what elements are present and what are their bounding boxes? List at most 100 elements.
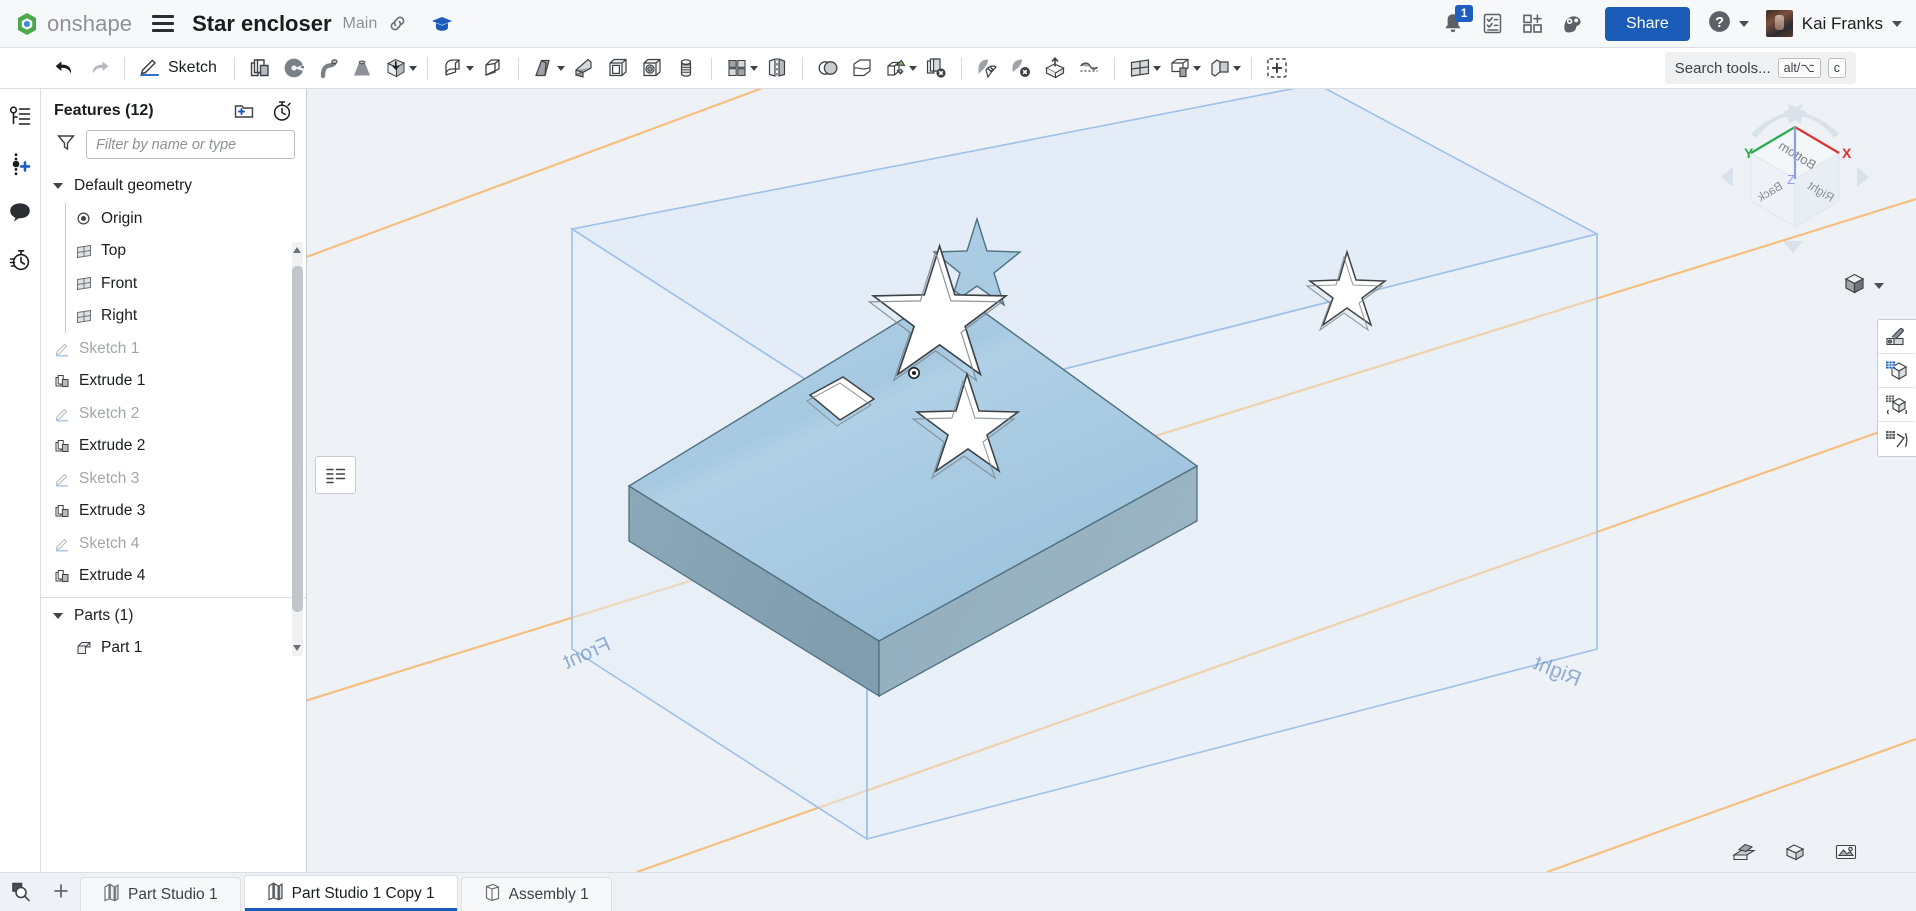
chevron-down-icon[interactable] (53, 612, 63, 619)
measure-icon[interactable] (1878, 422, 1915, 456)
tab-part-studio-1[interactable]: Part Studio 1 (80, 877, 241, 911)
scrollbar-thumb[interactable] (292, 266, 303, 612)
mirror-button[interactable] (760, 51, 794, 85)
feature-list-icon[interactable] (6, 103, 34, 129)
scroll-down-icon[interactable] (293, 645, 301, 651)
derived-button[interactable] (1163, 51, 1197, 85)
fillet-button[interactable] (436, 51, 470, 85)
undo-button[interactable] (48, 51, 82, 85)
notifications-bell-icon[interactable]: 1 (1442, 5, 1474, 35)
settings-gear-icon[interactable] (1561, 13, 1585, 35)
funnel-icon[interactable] (56, 132, 76, 157)
tree-item-sketch-2[interactable]: Sketch 2 (41, 398, 306, 431)
chevron-down-icon[interactable] (908, 65, 917, 71)
tree-item-sketch-1[interactable]: Sketch 1 (41, 333, 306, 366)
tree-item-sketch-4[interactable]: Sketch 4 (41, 528, 306, 561)
chevron-down-icon[interactable] (1738, 20, 1749, 27)
tasks-list-icon[interactable] (1481, 12, 1504, 35)
tree-group-parts[interactable]: Parts (1) (41, 600, 306, 633)
chevron-down-icon[interactable] (1232, 65, 1241, 71)
link-icon[interactable] (388, 14, 407, 33)
chevron-down-icon[interactable] (465, 65, 474, 71)
chevron-down-icon[interactable] (1152, 65, 1161, 71)
scroll-up-icon[interactable] (293, 247, 301, 253)
chevron-down-icon[interactable] (749, 65, 758, 71)
sketch-button[interactable]: Sketch (133, 50, 226, 86)
redo-button[interactable] (82, 51, 116, 85)
tab-search-icon[interactable] (0, 872, 42, 911)
chevron-down-icon[interactable] (1192, 65, 1201, 71)
fill-surface-button[interactable] (970, 51, 1004, 85)
tree-item-front-plane[interactable]: Front (41, 268, 306, 301)
linear-pattern-button[interactable] (720, 51, 754, 85)
comments-icon[interactable] (6, 199, 34, 225)
chevron-down-icon[interactable] (1874, 283, 1884, 289)
rollback-stopwatch-icon[interactable] (271, 100, 293, 122)
revolve-button[interactable] (277, 51, 311, 85)
filter-input[interactable] (86, 130, 295, 159)
render-icon[interactable] (1834, 842, 1858, 862)
chevron-down-icon[interactable] (53, 183, 63, 190)
tab-assembly-1[interactable]: Assembly 1 (460, 877, 612, 911)
chevron-down-icon[interactable] (556, 65, 565, 71)
hamburger-icon[interactable] (152, 15, 175, 32)
insert-part-button[interactable] (1260, 51, 1294, 85)
extrude-button[interactable] (243, 51, 277, 85)
help-circle-icon[interactable]: ? (1707, 9, 1732, 39)
tree-item-extrude-4[interactable]: Extrude 4 (41, 560, 306, 593)
sweep-button[interactable] (311, 51, 345, 85)
move-face-button[interactable] (1038, 51, 1072, 85)
onshape-logo-icon[interactable] (14, 11, 40, 37)
history-icon[interactable] (6, 247, 34, 273)
transform-icon[interactable] (1878, 388, 1915, 422)
thicken-button[interactable] (379, 51, 413, 85)
draft-button[interactable] (527, 51, 561, 85)
tree-item-right-plane[interactable]: Right (41, 300, 306, 333)
new-folder-icon[interactable] (233, 101, 255, 121)
transform-button[interactable] (879, 51, 913, 85)
chevron-down-icon[interactable] (1892, 20, 1902, 27)
search-tools-input[interactable]: Search tools... alt/⌥ c (1664, 51, 1856, 85)
graphics-viewport[interactable]: Front Right Bottom Back Right Y X Z (307, 89, 1916, 872)
feature-toolbar: Sketch Search tools... alt/⌥ c (0, 48, 1916, 89)
display-state-icon[interactable] (1878, 354, 1915, 388)
shaded-cube-icon[interactable] (1842, 271, 1867, 301)
user-menu[interactable]: Kai Franks (1765, 10, 1902, 37)
shell-button[interactable] (601, 51, 635, 85)
hole-button[interactable] (635, 51, 669, 85)
extend-surface-button[interactable] (1072, 51, 1106, 85)
tree-item-sketch-3[interactable]: Sketch 3 (41, 463, 306, 496)
split-button[interactable] (845, 51, 879, 85)
view-cube[interactable]: Bottom Back Right Y X Z (1715, 99, 1875, 259)
tree-group-default-geometry[interactable]: Default geometry (41, 170, 306, 203)
share-button[interactable]: Share (1605, 6, 1690, 41)
tree-item-part-1[interactable]: Part 1 (41, 632, 306, 665)
tree-item-extrude-3[interactable]: Extrude 3 (41, 495, 306, 528)
display-mode-selector[interactable] (1842, 271, 1884, 301)
tree-item-origin[interactable]: Origin (41, 203, 306, 236)
add-point-icon[interactable] (6, 151, 34, 177)
add-tab-button[interactable]: + (42, 872, 80, 911)
tree-item-top-plane[interactable]: Top (41, 235, 306, 268)
help-menu[interactable]: ? (1707, 9, 1749, 39)
sheet-metal-button[interactable] (1203, 51, 1237, 85)
delete-part-button[interactable] (919, 51, 953, 85)
delete-face-button[interactable] (1004, 51, 1038, 85)
appearance-icon[interactable] (1878, 320, 1915, 354)
app-store-icon[interactable] (1521, 12, 1544, 35)
tree-item-extrude-1[interactable]: Extrude 1 (41, 365, 306, 398)
loft-button[interactable] (345, 51, 379, 85)
chamfer-button[interactable] (476, 51, 510, 85)
feature-tree-scrollbar[interactable] (292, 242, 303, 656)
feature-list-flyout-button[interactable] (315, 456, 356, 494)
thread-button[interactable] (669, 51, 703, 85)
boolean-button[interactable] (811, 51, 845, 85)
tab-part-studio-1-copy-1[interactable]: Part Studio 1 Copy 1 (243, 875, 458, 911)
chevron-down-icon[interactable] (408, 65, 417, 71)
rib-button[interactable] (567, 51, 601, 85)
section-view-icon[interactable] (1732, 843, 1756, 862)
graduation-cap-icon[interactable] (431, 14, 453, 34)
plane-button[interactable] (1123, 51, 1157, 85)
tree-item-extrude-2[interactable]: Extrude 2 (41, 430, 306, 463)
zoom-to-fit-icon[interactable] (1783, 842, 1807, 862)
